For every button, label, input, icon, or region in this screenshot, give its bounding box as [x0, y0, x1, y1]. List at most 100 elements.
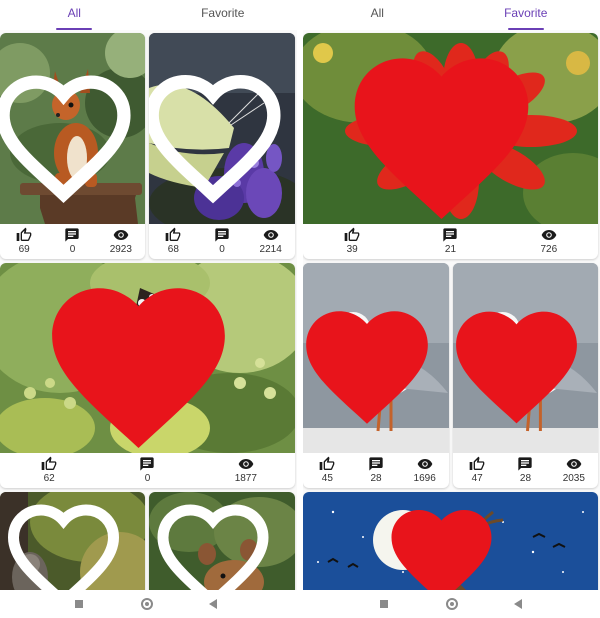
comment-count: 0 [69, 244, 76, 255]
views-stat: 2923 [97, 224, 145, 259]
stats-bar: 45 28 1696 [303, 453, 449, 488]
favorite-photos-screen: All Favorite 39 21 726 45 28 1696 47 28 … [303, 0, 600, 590]
like-count: 69 [18, 244, 30, 255]
favorite-heart-icon[interactable] [0, 271, 286, 453]
views-stat: 2214 [246, 224, 295, 259]
stats-bar: 39 21 726 [303, 224, 598, 259]
favorite-heart-icon[interactable] [0, 500, 136, 590]
photo-card[interactable]: 69 0 2923 [0, 33, 145, 259]
photo-card[interactable]: 68 0 2214 [149, 33, 295, 259]
red-zinnia-photo [303, 33, 598, 224]
tab-all[interactable]: All [0, 0, 149, 30]
favorite-heart-icon[interactable] [303, 500, 589, 590]
comment-stat[interactable]: 0 [198, 224, 247, 259]
eye-icon [113, 227, 129, 243]
like-count: 68 [167, 244, 179, 255]
recents-icon[interactable] [380, 600, 388, 608]
squirrel-tree-photo [0, 492, 145, 590]
views-stat: 1877 [197, 453, 295, 488]
like-count: 47 [471, 473, 483, 484]
views-count: 2035 [562, 473, 585, 484]
favorite-heart-icon[interactable] [149, 41, 286, 224]
like-count: 45 [321, 473, 333, 484]
photo-card[interactable] [0, 492, 145, 590]
eye-icon [541, 227, 557, 243]
favorite-heart-icon[interactable] [303, 271, 440, 453]
photo-card[interactable]: 47 28 2035 [453, 263, 598, 488]
comment-icon [64, 227, 80, 243]
tab-bar: All Favorite [0, 0, 297, 30]
eye-icon [417, 456, 433, 472]
comment-stat[interactable]: 21 [401, 224, 499, 259]
comment-count: 28 [370, 473, 382, 484]
butterfly-lavender-photo [149, 33, 295, 224]
nav-bar-right [303, 590, 600, 618]
tab-favorite[interactable]: Favorite [149, 0, 298, 30]
tab-bar: All Favorite [303, 0, 600, 30]
views-stat: 1696 [400, 453, 449, 488]
eye-icon [566, 456, 582, 472]
moon-night-photo [303, 492, 598, 590]
all-photos-screen: All Favorite 69 0 2923 68 0 2214 62 0 18… [0, 0, 297, 590]
seagull-photo [453, 263, 598, 453]
nav-bar-left [0, 590, 297, 618]
comment-stat[interactable]: 28 [352, 453, 401, 488]
like-stat[interactable]: 47 [453, 453, 501, 488]
photo-card[interactable]: 45 28 1696 [303, 263, 449, 488]
views-count: 2214 [259, 244, 282, 255]
comment-icon [214, 227, 230, 243]
comment-icon [368, 456, 384, 472]
recents-icon[interactable] [75, 600, 83, 608]
like-stat[interactable]: 68 [149, 224, 198, 259]
eye-icon [263, 227, 279, 243]
views-count: 2923 [109, 244, 132, 255]
like-stat[interactable]: 45 [303, 453, 352, 488]
thumb-up-icon [165, 227, 181, 243]
thumb-up-icon [41, 456, 57, 472]
views-stat: 2035 [550, 453, 598, 488]
stats-bar: 69 0 2923 [0, 224, 145, 259]
like-count: 62 [43, 473, 55, 484]
comment-stat[interactable]: 0 [48, 224, 96, 259]
like-stat[interactable]: 39 [303, 224, 401, 259]
home-icon[interactable] [141, 598, 153, 610]
like-stat[interactable]: 69 [0, 224, 48, 259]
views-stat: 726 [500, 224, 598, 259]
comment-stat[interactable]: 0 [98, 453, 196, 488]
comment-count: 28 [519, 473, 532, 484]
comment-icon [442, 227, 458, 243]
favorite-heart-icon[interactable] [453, 271, 589, 453]
tab-all[interactable]: All [303, 0, 452, 30]
photo-card[interactable]: 62 0 1877 [0, 263, 295, 488]
thumb-up-icon [469, 456, 485, 472]
comment-icon [517, 456, 533, 472]
favorite-heart-icon[interactable] [303, 41, 589, 224]
photo-card[interactable] [303, 492, 598, 590]
comment-stat[interactable]: 28 [501, 453, 549, 488]
home-icon[interactable] [446, 598, 458, 610]
comment-count: 21 [444, 244, 457, 255]
stats-bar: 62 0 1877 [0, 453, 295, 488]
thumb-up-icon [344, 227, 360, 243]
views-count: 1696 [413, 473, 436, 484]
comment-icon [139, 456, 155, 472]
seagull-photo [303, 263, 449, 453]
views-count: 726 [540, 244, 558, 255]
photo-card[interactable] [149, 492, 295, 590]
tab-favorite[interactable]: Favorite [452, 0, 600, 30]
thumb-up-icon [16, 227, 32, 243]
favorite-heart-icon[interactable] [149, 500, 286, 590]
favorite-heart-icon[interactable] [0, 41, 136, 224]
stats-bar: 47 28 2035 [453, 453, 598, 488]
squirrel-photo [0, 33, 145, 224]
comment-count: 0 [144, 473, 151, 484]
mouse-photo [149, 492, 295, 590]
comment-count: 0 [219, 244, 225, 255]
photo-card[interactable]: 39 21 726 [303, 33, 598, 259]
views-count: 1877 [234, 473, 257, 484]
back-icon[interactable] [209, 599, 217, 609]
system-nav-bar [0, 590, 600, 618]
eye-icon [238, 456, 254, 472]
back-icon[interactable] [514, 599, 522, 609]
like-stat[interactable]: 62 [0, 453, 98, 488]
